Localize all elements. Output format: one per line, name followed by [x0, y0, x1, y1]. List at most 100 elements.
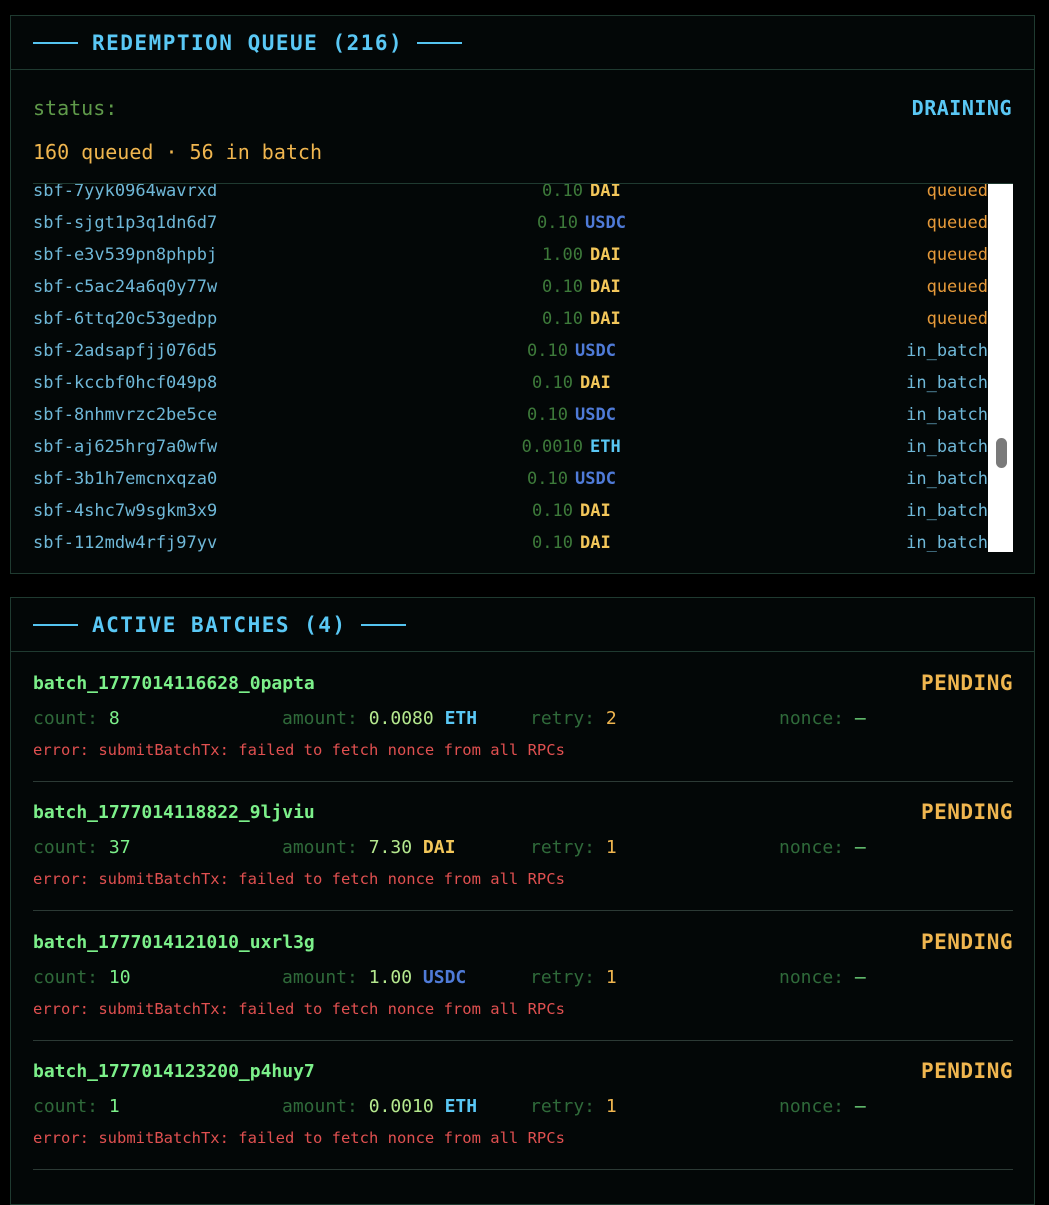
batch-id: batch_1777014118822_9ljviu — [33, 802, 315, 823]
queue-row-id: sbf-6ttq20c53gedpp — [33, 309, 218, 329]
batch-id: batch_1777014116628_0papta — [33, 673, 315, 694]
queue-row[interactable]: sbf-8nhmvrzc2be5ce 0.10 USDC in_batch — [33, 399, 988, 431]
redemption-queue-panel: REDEMPTION QUEUE (216) status: DRAINING … — [10, 15, 1035, 574]
batch-card[interactable]: batch_1777014116628_0papta PENDING count: … — [33, 652, 1013, 782]
retry-label: retry: — [530, 708, 596, 729]
header-rule-right — [417, 41, 463, 44]
amount-value: 0.0010 — [368, 1096, 434, 1117]
count-value: 37 — [108, 837, 131, 858]
status-label: status: — [33, 96, 118, 120]
nonce-label: nonce: — [779, 837, 845, 858]
amount-token: ETH — [444, 708, 478, 729]
batch-amount: amount: 0.0080 ETH — [282, 708, 477, 729]
batch-card[interactable]: batch_1777014121010_uxrl3g PENDING count: … — [33, 911, 1013, 1041]
amount-token: ETH — [444, 1096, 478, 1117]
queue-row-id: sbf-e3v539pn8phpbj — [33, 245, 218, 265]
redemption-queue-header: REDEMPTION QUEUE (216) — [11, 16, 1034, 70]
count-value: 8 — [108, 708, 120, 729]
count-label: count: — [33, 1096, 99, 1117]
queue-row-status: queued — [926, 309, 988, 329]
header-rule-left — [33, 41, 78, 44]
queue-row-status: in_batch — [906, 469, 988, 489]
queue-row-amount: 0.0010 — [521, 437, 583, 457]
queue-row-amount: 1.00 — [542, 245, 583, 265]
queue-row-amount: 0.10 — [527, 405, 568, 425]
header-rule-right — [360, 623, 406, 626]
queue-row[interactable]: sbf-112mdw4rfj97yv 0.10 DAI in_batch — [33, 527, 988, 552]
queue-row[interactable]: sbf-sjgt1p3q1dn6d7 0.10 USDC queued — [33, 207, 988, 239]
queue-row-id: sbf-sjgt1p3q1dn6d7 — [33, 213, 218, 233]
retry-value: 1 — [605, 967, 617, 988]
nonce-value: — — [854, 837, 866, 858]
queue-row-id: sbf-7yyk0964wavrxd — [33, 183, 218, 201]
queue-row-id: sbf-2adsapfjj076d5 — [33, 341, 218, 361]
amount-label: amount: — [282, 708, 358, 729]
queue-row[interactable]: sbf-4shc7w9sgkm3x9 0.10 DAI in_batch — [33, 495, 988, 527]
active-batches-header: ACTIVE BATCHES (4) — [11, 598, 1034, 652]
batch-retry: retry: 2 — [530, 708, 617, 729]
amount-value: 0.0080 — [368, 708, 434, 729]
queue-row-status: in_batch — [906, 501, 988, 521]
count-label: count: — [33, 967, 99, 988]
queue-row-status: queued — [926, 183, 988, 201]
nonce-label: nonce: — [779, 708, 845, 729]
batch-count: count: 1 — [33, 1096, 120, 1117]
redemption-queue-title: REDEMPTION QUEUE (216) — [92, 30, 404, 55]
queue-row[interactable]: sbf-7yyk0964wavrxd 0.10 DAI queued — [33, 183, 988, 207]
queue-row[interactable]: sbf-kccbf0hcf049p8 0.10 DAI in_batch — [33, 367, 988, 399]
batch-id: batch_1777014121010_uxrl3g — [33, 932, 315, 953]
retry-label: retry: — [530, 837, 596, 858]
batch-nonce: nonce: — — [779, 1096, 866, 1117]
batch-id: batch_1777014123200_p4huy7 — [33, 1061, 315, 1082]
count-value: 10 — [108, 967, 131, 988]
queue-row-status: queued — [926, 245, 988, 265]
queue-row-token: USDC — [575, 405, 616, 425]
batch-retry: retry: 1 — [530, 1096, 617, 1117]
batch-count: count: 8 — [33, 708, 120, 729]
retry-value: 2 — [605, 708, 617, 729]
batch-error: error: submitBatchTx: failed to fetch no… — [33, 1129, 565, 1147]
nonce-label: nonce: — [779, 967, 845, 988]
queue-row-amount: 0.10 — [542, 183, 583, 201]
queue-scrollbar-thumb[interactable] — [996, 438, 1007, 468]
queue-row-token: DAI — [580, 533, 611, 552]
queue-row-token: ETH — [590, 437, 621, 457]
queue-row-status: in_batch — [906, 437, 988, 457]
amount-token: DAI — [422, 837, 456, 858]
queue-row[interactable]: sbf-6ttq20c53gedpp 0.10 DAI queued — [33, 303, 988, 335]
queue-row-status: in_batch — [906, 405, 988, 425]
queue-row-id: sbf-3b1h7emcnxqza0 — [33, 469, 218, 489]
queue-row-amount: 0.10 — [532, 373, 573, 393]
batch-nonce: nonce: — — [779, 967, 866, 988]
header-rule-left — [33, 623, 78, 626]
queue-list[interactable]: sbf-112mdw4rfj97yv 0.10 DAI in_batch sbf-4sh… — [33, 183, 1013, 552]
queue-scrollbar[interactable] — [988, 184, 1013, 552]
amount-label: amount: — [282, 1096, 358, 1117]
queue-row-token: DAI — [590, 277, 621, 297]
queue-row[interactable]: sbf-e3v539pn8phpbj 1.00 DAI queued — [33, 239, 988, 271]
queue-row-status: in_batch — [906, 533, 988, 552]
batch-state-badge: PENDING — [920, 1059, 1013, 1083]
queue-row-token: DAI — [580, 373, 611, 393]
queue-row-status: queued — [926, 213, 988, 233]
queue-row-amount: 0.10 — [542, 309, 583, 329]
amount-token: USDC — [422, 967, 467, 988]
queue-row[interactable]: sbf-3b1h7emcnxqza0 0.10 USDC in_batch — [33, 463, 988, 495]
queue-status-row: status: DRAINING — [33, 96, 1012, 120]
queue-row[interactable]: sbf-2adsapfjj076d5 0.10 USDC in_batch — [33, 335, 988, 367]
count-value: 1 — [108, 1096, 120, 1117]
queue-row-amount: 0.10 — [532, 501, 573, 521]
batch-error: error: submitBatchTx: failed to fetch no… — [33, 741, 565, 759]
retry-label: retry: — [530, 967, 596, 988]
batch-error: error: submitBatchTx: failed to fetch no… — [33, 870, 565, 888]
queue-summary: 160 queued · 56 in batch — [33, 140, 322, 164]
batch-card[interactable]: batch_1777014123200_p4huy7 PENDING count: … — [33, 1040, 1013, 1170]
batch-amount: amount: 0.0010 ETH — [282, 1096, 477, 1117]
batch-card[interactable]: batch_1777014118822_9ljviu PENDING count: … — [33, 781, 1013, 911]
batch-count: count: 10 — [33, 967, 131, 988]
batch-error: error: submitBatchTx: failed to fetch no… — [33, 1000, 565, 1018]
queue-row[interactable]: sbf-aj625hrg7a0wfw 0.0010 ETH in_batch — [33, 431, 988, 463]
queue-row-id: sbf-4shc7w9sgkm3x9 — [33, 501, 218, 521]
queue-row[interactable]: sbf-c5ac24a6q0y77w 0.10 DAI queued — [33, 271, 988, 303]
retry-label: retry: — [530, 1096, 596, 1117]
